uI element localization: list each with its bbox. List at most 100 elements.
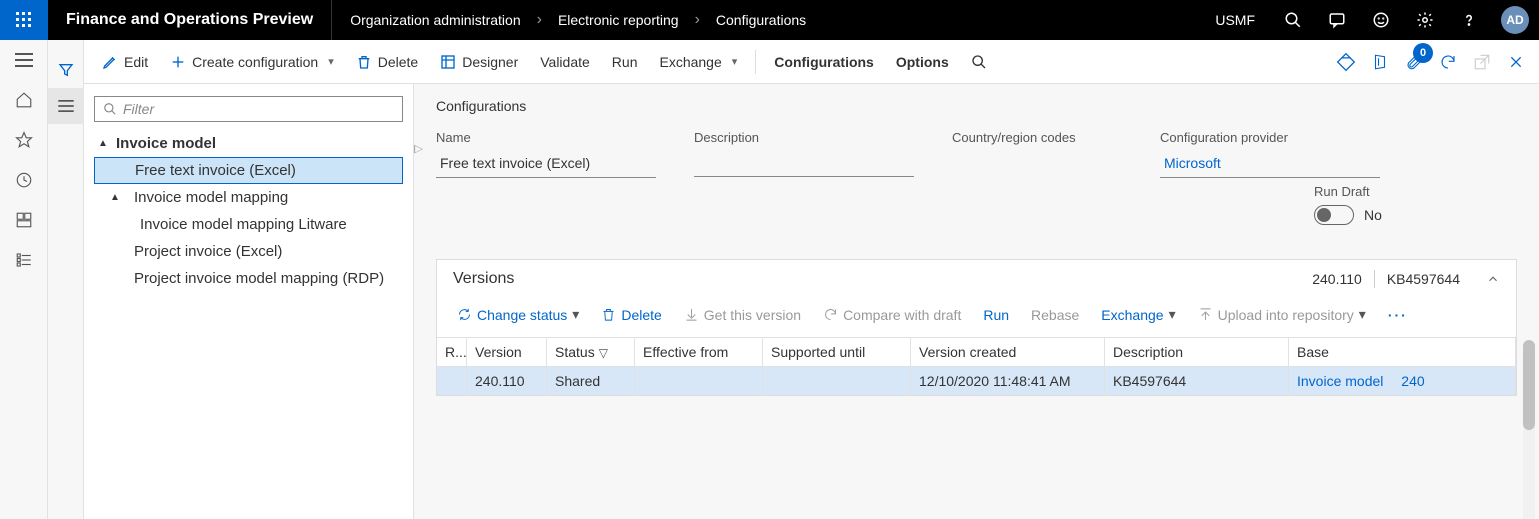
workspaces-button[interactable] [0,200,48,240]
tree-item-label: Project invoice model mapping (RDP) [134,270,384,287]
field-value[interactable] [694,151,914,177]
versions-grid: R... Version Status▽ Effective from Supp… [437,337,1516,395]
settings-button[interactable] [1403,0,1447,40]
version-delete-button[interactable]: Delete [593,303,669,327]
version-exchange-button[interactable]: Exchange ▾ [1093,302,1183,327]
tree-item[interactable]: Project invoice (Excel) [94,238,403,265]
recent-button[interactable] [0,160,48,200]
help-button[interactable] [1447,0,1491,40]
company-code[interactable]: USMF [1199,12,1271,28]
tree-item[interactable]: ▲ Invoice model mapping [94,184,403,211]
breadcrumb-item[interactable]: Organization administration [350,12,520,28]
run-label: Run [612,54,638,70]
upload-icon [1198,307,1213,322]
smile-icon [1372,11,1390,29]
tree-item[interactable]: Project invoice model mapping (RDP) [94,265,403,292]
designer-icon [440,54,456,70]
validate-button[interactable]: Validate [530,48,600,76]
field-value-link[interactable]: Microsoft [1160,151,1380,178]
field-label: Country/region codes [952,130,1122,145]
modules-button[interactable] [0,240,48,280]
change-status-button[interactable]: Change status ▾ [449,302,587,327]
versions-toolbar: Change status ▾ Delete Get this version [437,296,1516,337]
col-supported[interactable]: Supported until [763,338,911,366]
table-row[interactable]: 240.110 Shared 12/10/2020 11:48:41 AM KB… [437,367,1516,395]
cell-effective [635,367,763,395]
attachments-button[interactable]: 0 [1399,47,1429,77]
exchange-label: Exchange [659,54,721,70]
tree-root-item[interactable]: ▲ Invoice model [94,130,403,157]
col-description[interactable]: Description [1105,338,1289,366]
home-icon [15,91,33,109]
tree-item-label: Project invoice (Excel) [134,243,282,260]
action-bar: Edit Create configuration ▾ Delete Desi [84,40,1539,84]
field-label: Configuration provider [1160,130,1380,145]
left-nav-rail [0,40,48,519]
edit-button[interactable]: Edit [92,48,158,76]
home-button[interactable] [0,80,48,120]
tree-item-label: Invoice model [116,135,216,152]
actionbar-search-button[interactable] [961,48,997,76]
field-label: Run Draft [1314,184,1517,199]
collapse-button[interactable] [1472,272,1500,286]
field-value[interactable]: Free text invoice (Excel) [436,151,656,178]
btn-label: Get this version [704,307,801,323]
col-base[interactable]: Base [1289,338,1516,366]
field-country: Country/region codes [952,130,1122,178]
office-button[interactable] [1365,47,1395,77]
base-link[interactable]: Invoice model [1297,373,1383,389]
avatar[interactable]: AD [1501,6,1529,34]
splitter-handle[interactable]: ◁▷ [414,142,423,155]
breadcrumb-item[interactable]: Configurations [716,12,806,28]
filter-box[interactable] [94,96,403,122]
refresh-button[interactable] [1433,47,1463,77]
version-run-button[interactable]: Run [975,303,1017,327]
summary-kb: KB4597644 [1375,271,1472,287]
favorites-button[interactable] [0,120,48,160]
configurations-menu[interactable]: Configurations [764,48,884,76]
options-menu[interactable]: Options [886,48,959,76]
run-draft-toggle[interactable]: No [1314,205,1517,225]
app-launcher-button[interactable] [0,0,48,40]
col-created[interactable]: Version created [911,338,1105,366]
clock-icon [15,171,33,189]
top-right-controls: USMF AD [1199,0,1539,40]
list-tab[interactable] [48,88,84,124]
filter-tab[interactable] [48,52,84,88]
feedback-button[interactable] [1359,0,1403,40]
tree-item[interactable]: Invoice model mapping Litware [94,211,403,238]
messages-button[interactable] [1315,0,1359,40]
close-button[interactable] [1501,47,1531,77]
hamburger-icon [15,53,33,67]
hamburger-button[interactable] [0,40,48,80]
search-icon [971,54,987,70]
chevron-down-icon: ▾ [732,55,738,68]
tree-item-selected[interactable]: Free text invoice (Excel) [94,157,403,184]
col-effective[interactable]: Effective from [635,338,763,366]
chat-icon [1328,11,1346,29]
breadcrumb-item[interactable]: Electronic reporting [558,12,679,28]
create-configuration-button[interactable]: Create configuration ▾ [160,48,344,76]
base-version-link[interactable]: 240 [1401,373,1424,389]
col-r[interactable]: R... [437,338,467,366]
cell-created: 12/10/2020 11:48:41 AM [911,367,1105,395]
more-button[interactable]: ··· [1380,303,1416,327]
col-version[interactable]: Version [467,338,547,366]
popout-button[interactable] [1467,47,1497,77]
designer-button[interactable]: Designer [430,48,528,76]
star-icon [15,131,33,149]
delete-button[interactable]: Delete [346,48,428,76]
col-status[interactable]: Status▽ [547,338,635,366]
caret-down-icon: ▲ [110,192,120,203]
exchange-button[interactable]: Exchange ▾ [649,48,747,76]
personalize-button[interactable] [1331,47,1361,77]
filter-input[interactable] [123,101,394,117]
search-button[interactable] [1271,0,1315,40]
scrollbar[interactable] [1523,340,1535,519]
btn-label: Upload into repository [1218,307,1354,323]
versions-title: Versions [453,270,514,288]
waffle-icon [16,12,32,28]
diamond-icon [1336,52,1356,72]
run-button[interactable]: Run [602,48,648,76]
download-icon [684,307,699,322]
